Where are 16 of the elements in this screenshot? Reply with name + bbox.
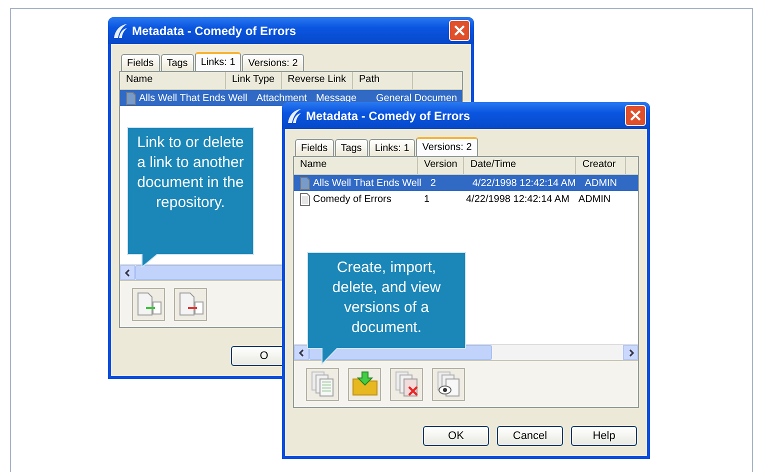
- table-cell-text: ADMIN: [577, 194, 612, 204]
- table-cell-text: 1: [423, 194, 431, 204]
- table-cell-text: Attachment: [255, 92, 308, 104]
- table-cell: Alls Well That Ends Well: [120, 92, 250, 104]
- table-cell-text: 4/22/1998 12:42:14 AM: [471, 178, 577, 188]
- table-cell-text: 4/22/1998 12:42:14 AM: [465, 194, 570, 204]
- table-cell-text: General Documen: [374, 92, 458, 104]
- callout-text: Link to or delete a link to another document in the repository.: [136, 133, 244, 213]
- window-title: Metadata - Comedy of Errors: [306, 108, 472, 122]
- callout-text: Create, import, delete, and view versions of a document.: [331, 258, 442, 338]
- table-cell-text: ADMIN: [584, 178, 618, 188]
- table-cell: Comedy of Errors: [294, 192, 418, 206]
- window-title: Metadata - Comedy of Errors: [132, 24, 298, 38]
- table-cell-text: Message: [314, 92, 358, 104]
- table-cell-text: 2: [429, 178, 437, 188]
- table-cell: Alls Well That Ends Well: [294, 176, 424, 190]
